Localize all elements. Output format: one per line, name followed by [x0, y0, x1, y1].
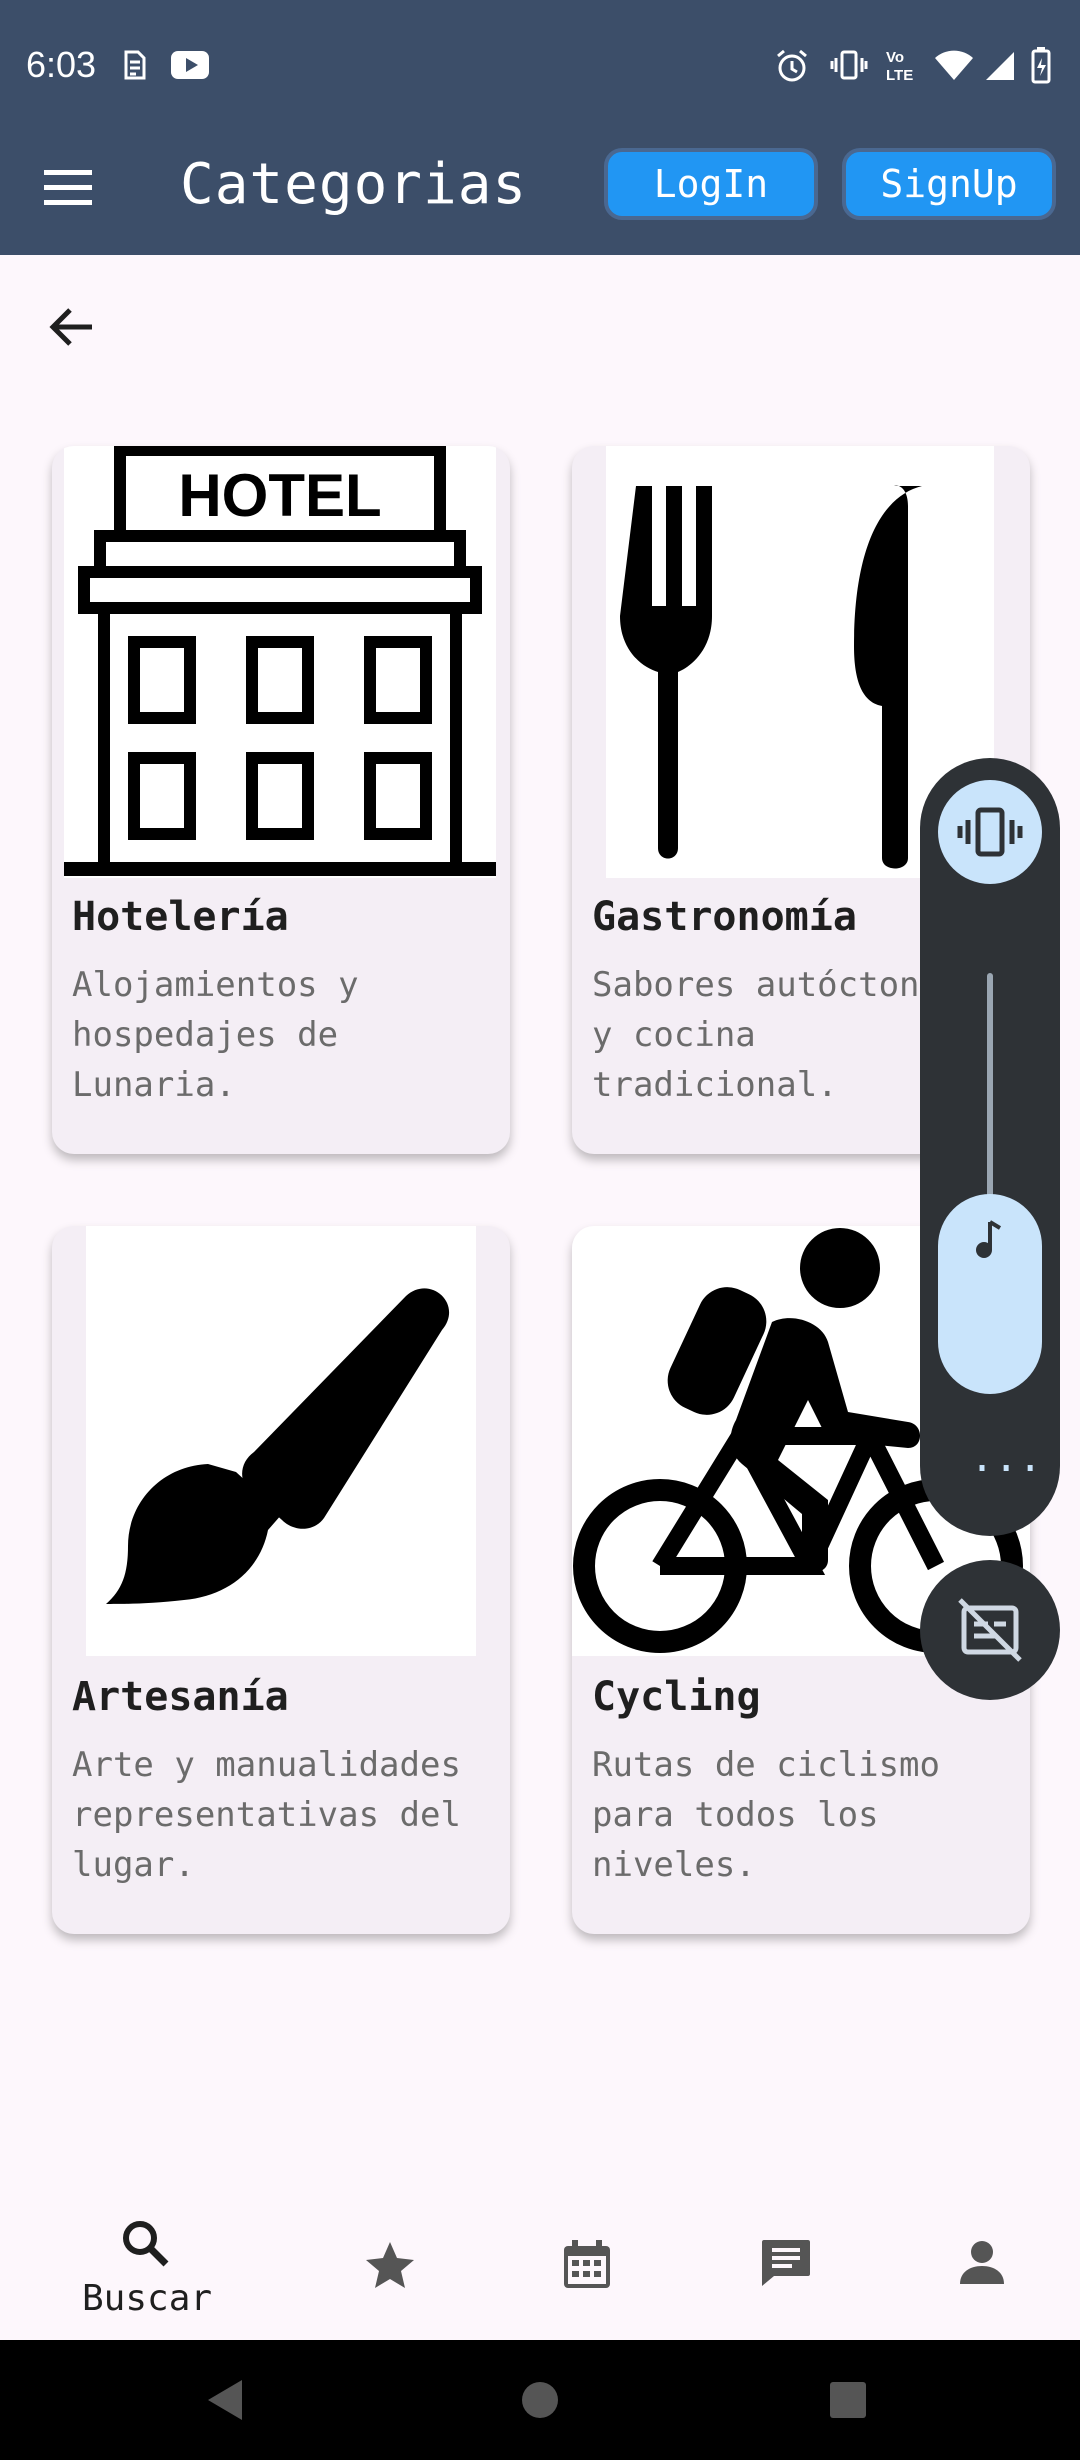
nav-calendar[interactable] [528, 2188, 648, 2340]
vibrate-icon [830, 50, 868, 80]
nav-profile[interactable] [922, 2188, 1042, 2340]
category-title: Cycling [592, 1674, 761, 1720]
category-title: Gastronomía [592, 894, 857, 940]
volume-slider-track[interactable] [987, 973, 993, 1213]
paintbrush-icon [86, 1226, 476, 1656]
hotel-sign-label: HOTEL [178, 462, 381, 529]
category-title: Hotelería [72, 894, 289, 940]
nav-label: Buscar [82, 2278, 213, 2319]
back-icon[interactable] [204, 2378, 248, 2422]
app-bar: 6:03 Vo LTE Categorias LogIn SignUp [0, 0, 1080, 255]
calendar-icon [564, 2240, 610, 2288]
youtube-icon [171, 51, 209, 79]
person-icon [960, 2241, 1004, 2284]
volume-panel: ... [920, 758, 1060, 1536]
home-icon[interactable] [520, 2380, 560, 2420]
status-bar: 6:03 Vo LTE [0, 0, 1080, 132]
svg-text:LTE: LTE [886, 67, 913, 84]
chat-icon [762, 2240, 810, 2286]
volume-slider-thumb[interactable] [938, 1194, 1042, 1394]
back-arrow-icon[interactable] [44, 300, 98, 354]
captions-off-icon [958, 1598, 1022, 1662]
menu-icon[interactable] [44, 168, 94, 208]
music-note-icon [976, 1220, 1002, 1258]
login-button[interactable]: LogIn [604, 148, 818, 220]
nav-buscar[interactable]: Buscar [60, 2188, 230, 2340]
search-icon [123, 2221, 169, 2267]
category-card-artesania[interactable]: Artesanía Arte y manualidades representat… [52, 1226, 510, 1934]
hotel-icon: HOTEL [64, 446, 496, 878]
alarm-icon [777, 49, 807, 82]
bottom-navigation: Buscar [0, 2188, 1080, 2340]
category-description: Alojamientos y hospedajes de Lunaria. [72, 965, 359, 1105]
recents-icon[interactable] [828, 2380, 868, 2420]
more-options-icon[interactable]: ... [970, 1438, 1042, 1478]
nav-messages[interactable] [726, 2188, 846, 2340]
page-title: Categorias [180, 152, 528, 217]
svg-text:Vo: Vo [886, 49, 904, 66]
wifi-icon [935, 50, 973, 80]
signal-icon [986, 52, 1014, 80]
signup-button[interactable]: SignUp [842, 148, 1056, 220]
star-icon [366, 2242, 414, 2288]
live-caption-button[interactable] [920, 1560, 1060, 1700]
category-card-hoteleria[interactable]: HOTEL Hotelería Alojamientos y hospedajes… [52, 446, 510, 1154]
system-navigation-bar [0, 2340, 1080, 2460]
vibrate-icon [957, 807, 1023, 857]
category-title: Artesanía [72, 1674, 289, 1720]
nav-favorites[interactable] [330, 2188, 450, 2340]
battery-icon [1031, 47, 1051, 84]
sim-icon [124, 50, 146, 80]
ringer-mode-button[interactable] [938, 780, 1042, 884]
status-time: 6:03 [26, 44, 97, 85]
category-description: Rutas de ciclismo para todos los niveles. [592, 1745, 940, 1885]
category-description: Arte y manualidades representativas del lu… [72, 1745, 461, 1885]
volte-icon: VoLTE [886, 49, 913, 84]
